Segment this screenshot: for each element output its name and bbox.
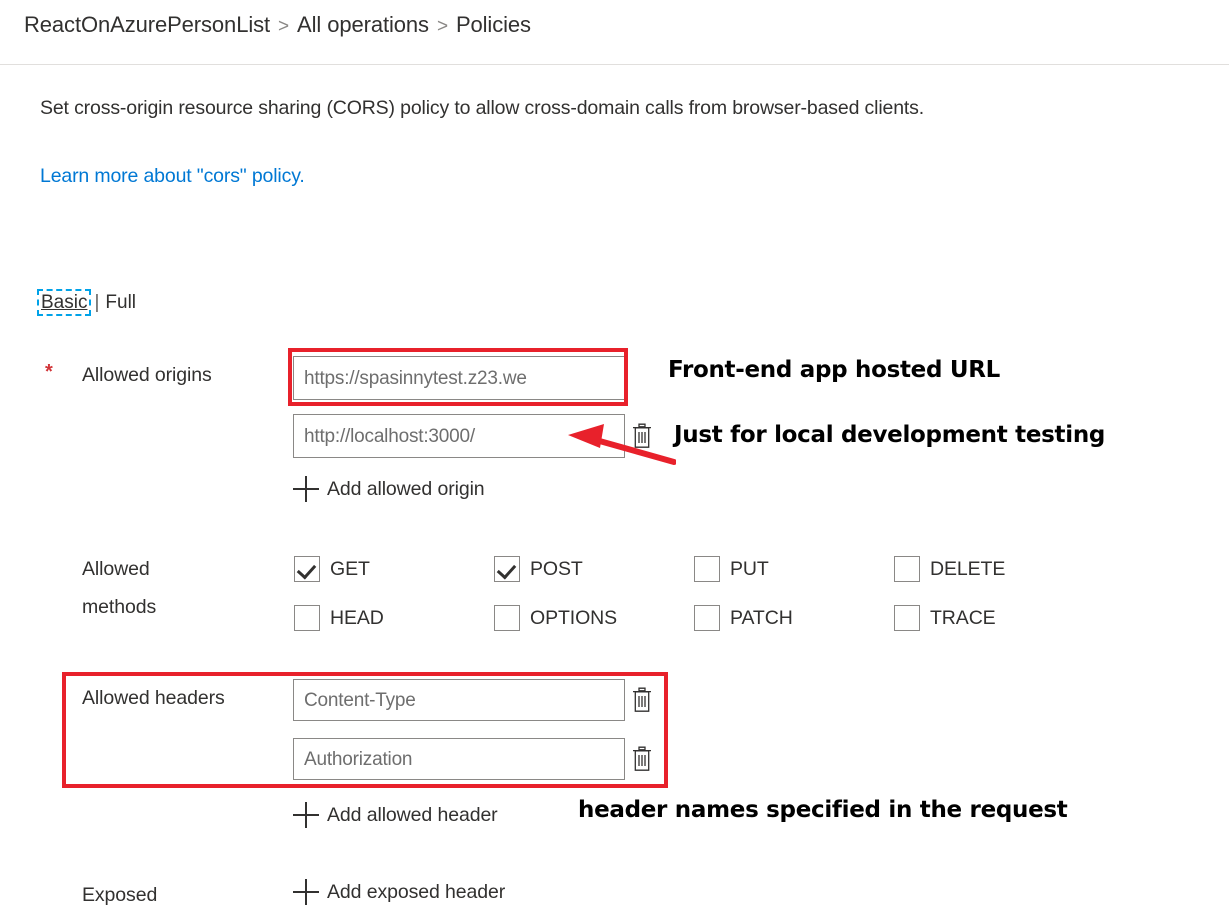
allowed-header-input-1[interactable]: Content-Type — [293, 679, 625, 721]
checkbox-head[interactable]: HEAD — [294, 605, 384, 631]
checkbox-patch[interactable]: PATCH — [694, 605, 793, 631]
plus-icon — [293, 879, 319, 905]
delete-icon[interactable] — [631, 423, 653, 449]
checkbox-put[interactable]: PUT — [694, 556, 769, 582]
delete-icon[interactable] — [631, 687, 653, 713]
breadcrumb-separator: > — [278, 16, 290, 37]
add-allowed-origin-button[interactable]: Add allowed origin — [293, 476, 485, 502]
annotation-headers: header names specified in the request — [578, 797, 1068, 823]
checkbox-box-post[interactable] — [494, 556, 520, 582]
allowed-origin-input-2[interactable]: http://localhost:3000/ — [293, 414, 625, 458]
plus-icon — [293, 476, 319, 502]
add-allowed-header-label: Add allowed header — [327, 803, 498, 826]
breadcrumb-item-resource[interactable]: ReactOnAzurePersonList — [24, 12, 270, 37]
checkbox-label-get: GET — [330, 557, 370, 580]
checkbox-label-put: PUT — [730, 557, 769, 580]
checkbox-label-trace: TRACE — [930, 606, 996, 629]
allowed-header-input-2[interactable]: Authorization — [293, 738, 625, 780]
checkbox-box-options[interactable] — [494, 605, 520, 631]
checkbox-box-patch[interactable] — [694, 605, 720, 631]
checkbox-label-patch: PATCH — [730, 606, 793, 629]
view-mode-separator: | — [94, 292, 100, 313]
learn-more-link[interactable]: Learn more about "cors" policy. — [40, 165, 305, 188]
breadcrumb-item-all-operations[interactable]: All operations — [297, 12, 429, 37]
checkbox-trace[interactable]: TRACE — [894, 605, 996, 631]
checkbox-box-trace[interactable] — [894, 605, 920, 631]
label-allowed-origins: Allowed origins — [82, 364, 212, 386]
annotation-origin-url: Front-end app hosted URL — [668, 357, 1000, 383]
add-allowed-origin-label: Add allowed origin — [327, 477, 485, 500]
view-mode-full[interactable]: Full — [105, 292, 136, 313]
checkbox-label-delete: DELETE — [930, 557, 1006, 580]
view-mode-basic[interactable]: Basic — [36, 289, 92, 316]
checkbox-post[interactable]: POST — [494, 556, 583, 582]
required-indicator-origins: * — [45, 361, 53, 383]
checkbox-label-head: HEAD — [330, 606, 384, 629]
allowed-origin-input-1[interactable]: https://spasinnytest.z23.we — [293, 356, 625, 400]
add-exposed-header-button[interactable]: Add exposed header — [293, 879, 505, 905]
header-divider — [0, 64, 1229, 65]
label-allowed-methods-line1: Allowed — [82, 558, 150, 580]
policy-description: Set cross-origin resource sharing (CORS)… — [40, 97, 925, 119]
checkbox-label-options: OPTIONS — [530, 606, 618, 629]
add-allowed-header-button[interactable]: Add allowed header — [293, 802, 498, 828]
label-allowed-methods-line2: methods — [82, 596, 157, 618]
checkbox-box-get[interactable] — [294, 556, 320, 582]
breadcrumb-item-policies[interactable]: Policies — [456, 12, 531, 37]
checkbox-label-post: POST — [530, 557, 583, 580]
checkbox-box-delete[interactable] — [894, 556, 920, 582]
checkbox-box-head[interactable] — [294, 605, 320, 631]
breadcrumb-separator: > — [436, 16, 448, 37]
view-mode-toggle: Basic | Full — [36, 289, 136, 316]
delete-icon[interactable] — [631, 746, 653, 772]
annotation-localhost: Just for local development testing — [674, 422, 1106, 448]
breadcrumb: ReactOnAzurePersonList > All operations > Po… — [24, 12, 531, 38]
checkbox-box-put[interactable] — [694, 556, 720, 582]
checkbox-get[interactable]: GET — [294, 556, 370, 582]
label-exposed-headers: Exposed — [82, 884, 158, 906]
label-allowed-headers: Allowed headers — [82, 687, 225, 709]
checkbox-options[interactable]: OPTIONS — [494, 605, 617, 631]
plus-icon — [293, 802, 319, 828]
checkbox-delete[interactable]: DELETE — [894, 556, 1005, 582]
add-exposed-header-label: Add exposed header — [327, 880, 506, 903]
